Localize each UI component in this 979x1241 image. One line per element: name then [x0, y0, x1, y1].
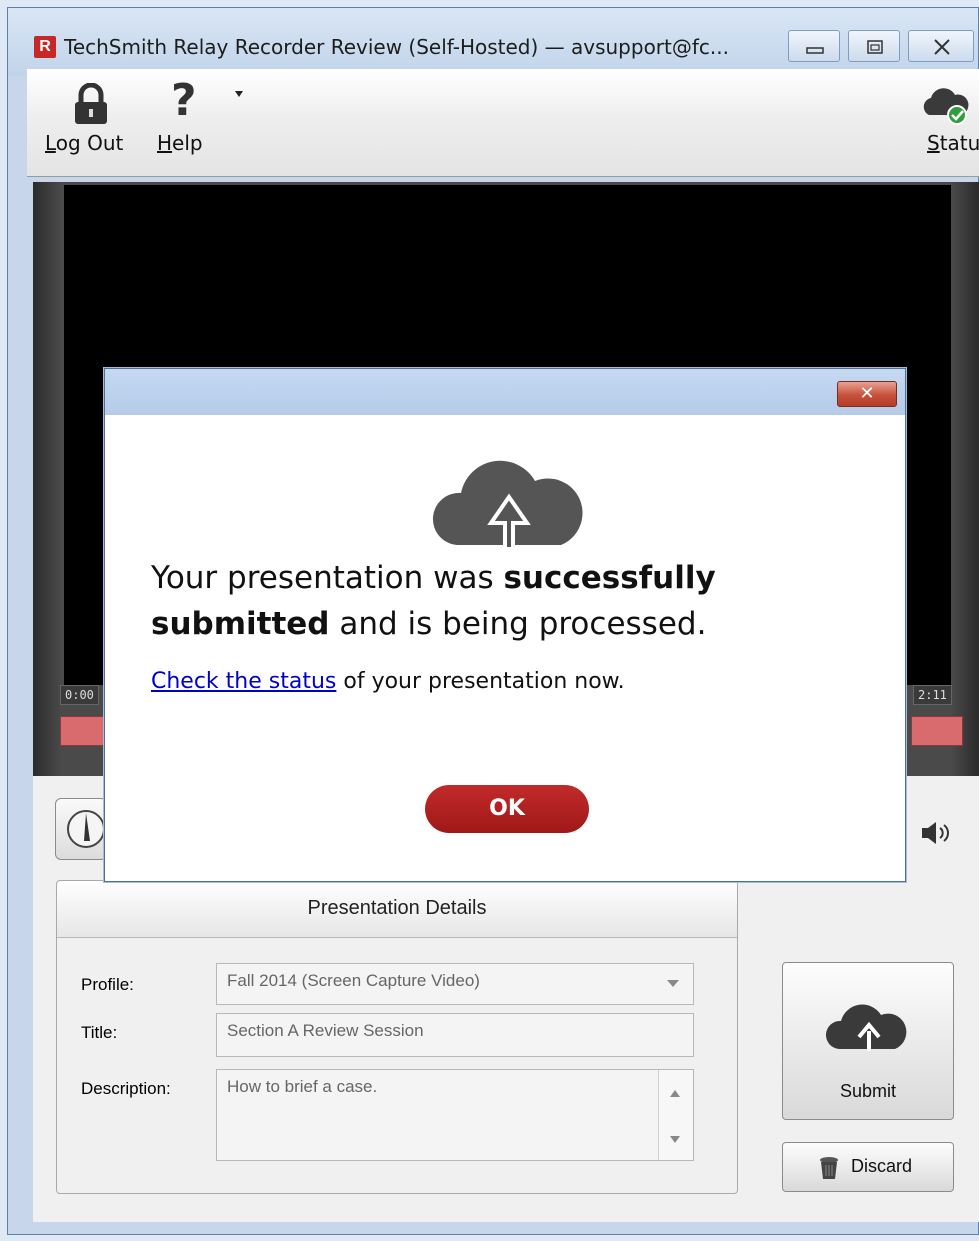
cloud-status-icon	[923, 88, 969, 125]
status-label-mnemonic: S	[927, 131, 940, 155]
cloud-upload-icon	[432, 460, 583, 547]
logout-label: Log Out	[45, 131, 123, 155]
app-logo-icon: R	[34, 36, 56, 58]
scroll-down-icon[interactable]	[670, 1136, 680, 1143]
profile-select-value: Fall 2014 (Screen Capture Video)	[227, 971, 480, 990]
help-icon: ?	[171, 75, 197, 126]
submit-button[interactable]: Submit	[782, 962, 954, 1120]
status-label-text: tatus	[939, 131, 979, 155]
playback-control-button[interactable]	[55, 798, 107, 860]
close-window-button[interactable]	[908, 30, 974, 62]
submission-success-dialog: ✕ Your presentation was successfully sub…	[104, 368, 906, 882]
success-message-part1: Your presentation was	[151, 560, 504, 596]
cloud-upload-icon	[825, 1004, 907, 1051]
time-end-label: 2:11	[913, 685, 952, 705]
status-button[interactable]: Status	[905, 83, 979, 173]
check-status-link[interactable]: Check the status	[151, 669, 336, 694]
description-textarea[interactable]: How to brief a case.	[216, 1069, 694, 1161]
discard-button[interactable]: Discard	[782, 1142, 954, 1192]
submit-label: Submit	[839, 1081, 897, 1101]
discard-label: Discard	[851, 1156, 913, 1176]
minimize-button[interactable]	[788, 30, 840, 62]
presentation-details-title: Presentation Details	[307, 897, 487, 919]
title-bar[interactable]: R TechSmith Relay Recorder Review (Self-…	[8, 8, 978, 76]
help-label: Help	[157, 131, 203, 155]
dial-icon	[67, 810, 105, 848]
minimize-icon	[806, 47, 824, 54]
scroll-up-icon[interactable]	[670, 1090, 680, 1097]
status-label: Status	[927, 131, 979, 155]
help-dropdown-icon[interactable]	[235, 91, 243, 97]
toolbar: Log Out ? Help Status	[27, 69, 979, 177]
maximize-button[interactable]	[848, 30, 900, 62]
ok-button[interactable]: OK	[425, 785, 589, 833]
description-scrollbar[interactable]	[658, 1070, 693, 1160]
help-label-mnemonic: H	[157, 131, 173, 155]
close-icon: ✕	[859, 383, 875, 404]
chevron-down-icon[interactable]	[667, 980, 679, 987]
trash-icon	[820, 1157, 838, 1179]
help-button[interactable]: ? Help	[157, 75, 257, 173]
speaker-icon	[922, 822, 949, 844]
title-label: Title:	[81, 1023, 118, 1042]
status-hint: Check the status of your presentation no…	[151, 669, 625, 694]
success-message: Your presentation was successfully submi…	[151, 555, 881, 647]
time-start-label: 0:00	[60, 685, 99, 705]
timeline-track-end[interactable]	[911, 716, 963, 746]
presentation-details-panel: Presentation Details Profile: Fall 2014 …	[56, 880, 738, 1194]
success-message-part2: and is being processed.	[329, 606, 707, 642]
maximize-icon	[867, 40, 883, 54]
logout-button[interactable]: Log Out	[45, 83, 145, 173]
dialog-close-button[interactable]: ✕	[837, 381, 897, 407]
dialog-title-bar[interactable]: ✕	[105, 369, 905, 415]
status-hint-text: of your presentation now.	[336, 669, 625, 694]
logout-label-mnemonic: L	[45, 131, 56, 155]
title-input[interactable]: Section A Review Session	[216, 1013, 694, 1057]
lock-icon	[75, 83, 107, 124]
volume-button[interactable]	[918, 818, 958, 852]
profile-label: Profile:	[81, 975, 134, 994]
description-label: Description:	[81, 1079, 171, 1098]
help-label-text: elp	[172, 131, 203, 155]
close-icon	[934, 39, 950, 55]
ok-button-label: OK	[489, 796, 525, 821]
window-title: TechSmith Relay Recorder Review (Self-Ho…	[64, 35, 729, 59]
profile-select[interactable]: Fall 2014 (Screen Capture Video)	[216, 963, 694, 1005]
presentation-details-header: Presentation Details	[57, 881, 737, 938]
logout-label-text: og Out	[55, 131, 124, 155]
description-text: How to brief a case.	[227, 1077, 378, 1096]
